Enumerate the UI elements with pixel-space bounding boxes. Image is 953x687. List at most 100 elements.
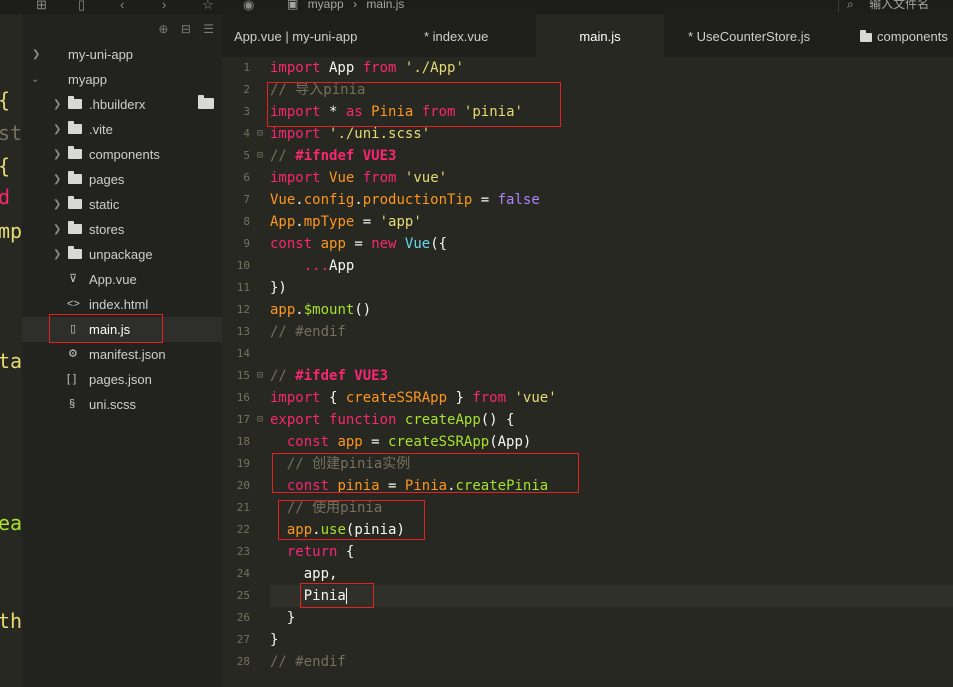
line-number: 11 <box>236 281 250 294</box>
line-number: 20 <box>236 479 250 492</box>
tree-item-my-uni-app[interactable]: ❯ my-uni-app <box>22 42 222 67</box>
sidebar-tools: ⊕ ⊟ ☰ <box>149 22 214 36</box>
tree-item-hbuilderx[interactable]: ❯ .hbuilderx <box>22 92 222 117</box>
code-line: // #endif <box>270 651 346 673</box>
folder-icon <box>68 117 82 142</box>
code-line: // #ifdef VUE3 <box>270 365 388 387</box>
code-token: app <box>270 302 296 318</box>
tab-components[interactable]: components <box>860 14 948 57</box>
star-icon[interactable]: ☆ <box>202 0 214 13</box>
fold-toggle-icon[interactable]: ⊟ <box>257 365 263 387</box>
partial-code: { <box>0 155 10 177</box>
line-number: 4 <box>243 127 250 140</box>
chevron-right-icon[interactable]: ❯ <box>32 42 40 67</box>
tab-label: components <box>877 29 948 44</box>
tab-index-vue[interactable]: * index.vue <box>424 14 488 57</box>
tree-item-label: manifest.json <box>89 347 166 362</box>
menu-icon[interactable]: ☰ <box>203 22 214 36</box>
forward-icon[interactable]: › <box>162 0 166 13</box>
tree-item-stores[interactable]: ❯ stores <box>22 217 222 242</box>
highlight-box <box>278 500 425 540</box>
tree-item-uni-scss[interactable]: § uni.scss <box>22 392 222 417</box>
line-number: 15 <box>236 369 250 382</box>
chevron-right-icon[interactable]: ❯ <box>53 142 61 167</box>
back-icon[interactable]: ‹ <box>120 0 124 13</box>
code-token: import <box>270 170 321 186</box>
manifest-file-icon: ⚙ <box>68 348 78 360</box>
line-number: 12 <box>236 303 250 316</box>
tree-item-pages[interactable]: ❯ pages <box>22 167 222 192</box>
fold-toggle-icon[interactable]: ⊟ <box>257 145 263 167</box>
code-line: // #ifndef VUE3 <box>270 145 396 167</box>
code-token: // <box>270 368 296 384</box>
tree-item-label: myapp <box>68 72 108 87</box>
code-line: import App from './App' <box>270 57 464 79</box>
code-token: app, <box>270 566 338 582</box>
code-token: // #endif <box>270 654 346 670</box>
tree-item-myapp[interactable]: ⌄ myapp <box>22 67 222 92</box>
code-token: config <box>303 192 355 208</box>
locate-icon[interactable]: ⊕ <box>158 22 168 36</box>
line-number: 16 <box>236 391 250 404</box>
chevron-right-icon[interactable]: ❯ <box>53 92 61 117</box>
vue-file-icon: ⊽ <box>69 273 78 285</box>
breadcrumb-item[interactable]: main.js <box>366 0 404 11</box>
line-number: 13 <box>236 325 250 338</box>
partial-code: d <box>0 186 10 208</box>
line-number: 22 <box>236 523 250 536</box>
code-token: = <box>472 192 498 208</box>
tree-item-label: App.vue <box>89 272 137 287</box>
line-number: 8 <box>243 215 250 228</box>
code-line: // #endif <box>270 321 346 343</box>
chevron-right-icon[interactable]: ❯ <box>53 217 61 242</box>
highlight-box <box>272 453 579 493</box>
line-number: 26 <box>236 611 250 624</box>
code-editor[interactable]: 1 2 3 4 ⊟ 5 ⊟ 6 7 8 9 10 11 12 13 14 15 ⊟ 16 17 ⊟ 18 19 20 21 22 2… <box>222 57 953 687</box>
folder-icon <box>68 217 82 242</box>
line-number: 5 <box>243 149 250 162</box>
code-token: app <box>320 236 346 252</box>
fold-toggle-icon[interactable]: ⊟ <box>257 123 263 145</box>
fold-toggle-icon[interactable]: ⊟ <box>257 409 263 431</box>
tab-use-counter-store[interactable]: * UseCounterStore.js <box>688 14 810 57</box>
new-file-icon[interactable]: ⊞ <box>36 0 47 13</box>
code-token: 'vue' <box>404 170 448 186</box>
code-line: export function createApp() { <box>270 409 514 431</box>
code-token: = <box>354 214 380 230</box>
code-line: const app = new Vue({ <box>270 233 447 255</box>
code-token: { <box>320 390 346 406</box>
chevron-right-icon[interactable]: ❯ <box>53 242 61 267</box>
tab-app-vue[interactable]: App.vue | my-uni-app <box>234 14 357 57</box>
partial-code: ta <box>0 349 23 373</box>
chevron-right-icon[interactable]: ❯ <box>53 167 61 192</box>
save-icon[interactable]: ▯ <box>78 0 85 13</box>
tree-item-static[interactable]: ❯ static <box>22 192 222 217</box>
chevron-right-icon[interactable]: ❯ <box>53 117 61 142</box>
tab-main-js[interactable]: main.js <box>536 14 664 57</box>
code-token: import <box>270 126 321 142</box>
code-token: productionTip <box>362 192 473 208</box>
folder-icon <box>68 192 82 217</box>
tree-item-vite[interactable]: ❯ .vite <box>22 117 222 142</box>
file-search-input[interactable]: ⌕ 输入文件名 <box>838 0 953 13</box>
code-token: from <box>362 60 397 76</box>
code-token: './App' <box>404 60 464 76</box>
chevron-right-icon[interactable]: ❯ <box>53 192 61 217</box>
chevron-down-icon[interactable]: ⌄ <box>31 67 39 92</box>
tree-item-manifest-json[interactable]: ⚙ manifest.json <box>22 342 222 367</box>
tree-item-components[interactable]: ❯ components <box>22 142 222 167</box>
code-line: App.mpType = 'app' <box>270 211 422 233</box>
code-token: from <box>472 390 507 406</box>
tree-item-label: unpackage <box>89 247 153 262</box>
breadcrumb-item[interactable]: myapp <box>308 0 344 11</box>
tree-item-unpackage[interactable]: ❯ unpackage <box>22 242 222 267</box>
tree-item-pages-json[interactable]: [ ] pages.json <box>22 367 222 392</box>
code-token: Vue <box>404 236 431 252</box>
run-icon[interactable]: ◉ <box>243 0 254 13</box>
code-token: } <box>270 632 279 648</box>
tree-item-app-vue[interactable]: ⊽ App.vue <box>22 267 222 292</box>
collapse-all-icon[interactable]: ⊟ <box>181 22 191 36</box>
